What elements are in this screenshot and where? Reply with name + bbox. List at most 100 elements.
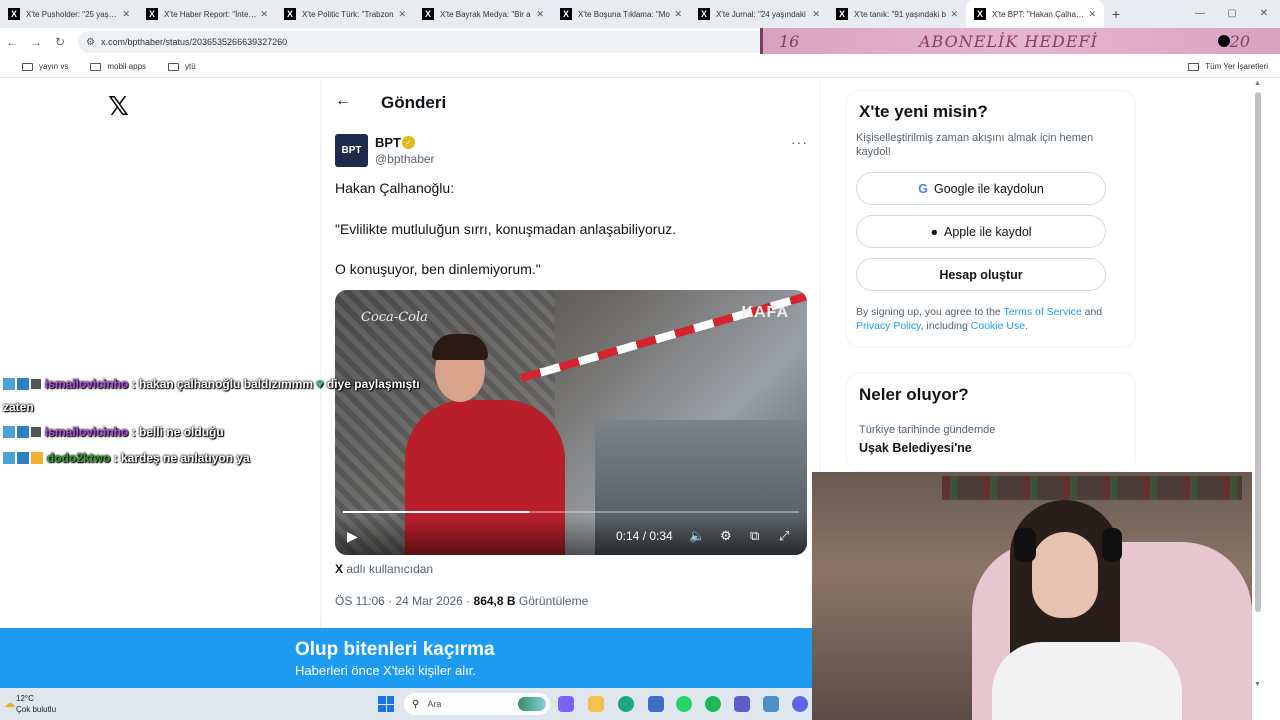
close-icon[interactable]: ✕ [1088,9,1096,20]
all-bookmarks-button[interactable]: Tüm Yer İşaretleri [1188,62,1268,71]
x-logo-icon: X [698,8,710,20]
close-icon[interactable]: ✕ [674,9,682,20]
browser-tab[interactable]: X X'te tanık: "91 yaşındaki b ✕ [828,0,966,28]
bookmark-folder[interactable]: yayın vs [22,62,68,71]
minimize-icon[interactable]: — [1184,0,1216,28]
scrollbar-thumb[interactable] [1255,92,1261,612]
folder-icon [22,62,33,71]
video-player[interactable]: Coca-Cola KAFA ▶ 0:14 / 0:34 🔈 ⚙ ⧉ ⤢ [335,290,807,555]
author-handle[interactable]: @bpthaber [375,152,435,166]
weather-temperature: 12°C [16,694,34,703]
banner-subtitle: Haberleri önce X'teki kişiler alır. [295,663,476,678]
chat-text: diye paylaşmıştı [326,377,420,391]
edge-icon[interactable] [618,696,634,712]
browser-tab[interactable]: X X'te Boşuna Tıklama: "Mo ✕ [552,0,690,28]
create-account-button[interactable]: Hesap oluştur [856,258,1106,291]
site-info-icon[interactable]: ⚙ [86,37,95,48]
browser-tab-active[interactable]: X X'te BPT: "Hakan Çalhano ✕ [966,0,1104,28]
author-name[interactable]: BPT [375,135,401,150]
google-signup-button[interactable]: G Google ile kaydolun [856,172,1106,205]
close-window-icon[interactable]: ✕ [1248,0,1280,28]
x-logo-icon: X [560,8,572,20]
reload-icon[interactable]: ↻ [48,35,72,49]
maximize-icon[interactable]: ▢ [1216,0,1248,28]
scroll-down-icon[interactable]: ▼ [1254,681,1261,688]
weather-icon[interactable]: ☁ [4,697,15,710]
picture-in-picture-icon[interactable]: ⧉ [750,528,759,544]
tab-bar: X X'te Pusholder: "25 yaşında ✕ X X'te Habe… [0,0,1280,28]
badge-icon [17,452,29,464]
close-icon[interactable]: ✕ [950,9,958,20]
close-icon[interactable]: ✕ [398,9,406,20]
back-icon[interactable]: ← [0,35,24,49]
badge-icon [31,379,41,389]
x-logo-icon: X [284,8,296,20]
copilot-icon[interactable] [558,696,574,712]
volume-icon[interactable]: 🔈 [689,528,705,544]
tweet-timestamp[interactable]: ÖS 11:06 · 24 Mar 2026 · [335,594,474,608]
badge-icon [17,378,29,390]
x-logo-icon: X [8,8,20,20]
discord-icon[interactable] [792,696,808,712]
bookmark-folder[interactable]: ytü [168,62,196,71]
close-icon[interactable]: ✕ [122,9,130,20]
url-input[interactable]: ⚙ x.com/bpthaber/status/2036535266639327… [78,31,768,53]
file-explorer-icon[interactable] [588,696,604,712]
more-options-icon[interactable]: ··· [791,134,808,150]
signup-subtitle: Kişiselleştirilmiş zaman akışını almak i… [856,132,1094,158]
spotify-icon[interactable] [705,696,721,712]
terms-link[interactable]: Terms of Service [1004,306,1082,318]
close-icon[interactable]: ✕ [812,9,820,20]
privacy-link[interactable]: Privacy Policy [856,320,921,332]
taskbar: ☁ 12°C Çok bulutlu ⚲ Ara [0,688,812,720]
chat-message: ismailovicinho : hakan çalhanoğlu baldız… [3,377,420,391]
video-time: 0:14 / 0:34 [616,529,673,543]
play-icon[interactable]: ▶ [347,528,358,545]
scroll-up-icon[interactable]: ▲ [1254,80,1261,87]
source-link[interactable]: X [335,562,343,576]
trend-item[interactable]: Uşak Belediyesi'ne [859,441,972,455]
cookie-link[interactable]: Cookie Use [971,320,1025,332]
folder-icon [90,62,102,71]
whatsapp-icon[interactable] [676,696,692,712]
signup-terms: By signing up, you agree to the Terms of… [856,306,1103,332]
app-icon[interactable] [763,696,779,712]
chat-text: : kardeş ne anlatıyon ya [113,451,250,465]
chat-text: : hakan çalhanoğlu baldızımmm [131,377,314,391]
headset-icon [1102,528,1122,562]
back-arrow-icon[interactable]: ← [335,92,351,110]
video-scene [432,334,488,360]
apple-signup-button[interactable]: ● Apple ile kaydol [856,215,1106,248]
video-watermark-left: Coca-Cola [361,310,428,325]
chat-message: ismailovicinho : belli ne olduğu [3,425,224,439]
trend-category: Türkiye tarihinde gündemde [859,424,996,436]
browser-tab[interactable]: X X'te Pusholder: "25 yaşında ✕ [0,0,138,28]
forward-icon[interactable]: → [24,35,48,49]
taskbar-search[interactable]: ⚲ Ara [404,693,550,715]
signup-title: X'te yeni misin? [859,102,988,121]
browser-tab[interactable]: X X'te Politic Türk: "Trabzon ✕ [276,0,414,28]
folder-icon [1188,62,1200,71]
store-icon[interactable] [648,696,664,712]
close-icon[interactable]: ✕ [536,9,544,20]
folder-icon [168,62,180,71]
close-icon[interactable]: ✕ [260,9,268,20]
video-progress-bar[interactable] [343,511,799,513]
video-watermark-right: KAFA [741,304,789,321]
scrollbar[interactable]: ▲ ▼ [1253,80,1263,688]
new-tab-button[interactable]: + [1104,6,1128,22]
trends-card: Neler oluyor? Türkiye tarihinde gündemde… [846,372,1136,472]
chat-username: dodo2ktwo [47,451,111,465]
settings-icon[interactable]: ⚙ [720,528,732,544]
banner-title: Olup bitenleri kaçırma [295,639,495,660]
verified-badge-icon: ✓ [402,136,415,149]
x-home-logo-icon[interactable]: 𝕏 [108,92,129,122]
teams-icon[interactable] [734,696,750,712]
browser-tab[interactable]: X X'te Haber Report: "İnternet ✕ [138,0,276,28]
windows-start-icon[interactable] [378,696,394,712]
browser-tab[interactable]: X X'te Jurnal: "24 yaşındaki ✕ [690,0,828,28]
avatar[interactable]: BPT [335,134,368,167]
fullscreen-icon[interactable]: ⤢ [779,528,789,544]
browser-tab[interactable]: X X'te Bayrak Medya: "Bir a ✕ [414,0,552,28]
bookmark-folder[interactable]: mobil apps [90,62,146,71]
